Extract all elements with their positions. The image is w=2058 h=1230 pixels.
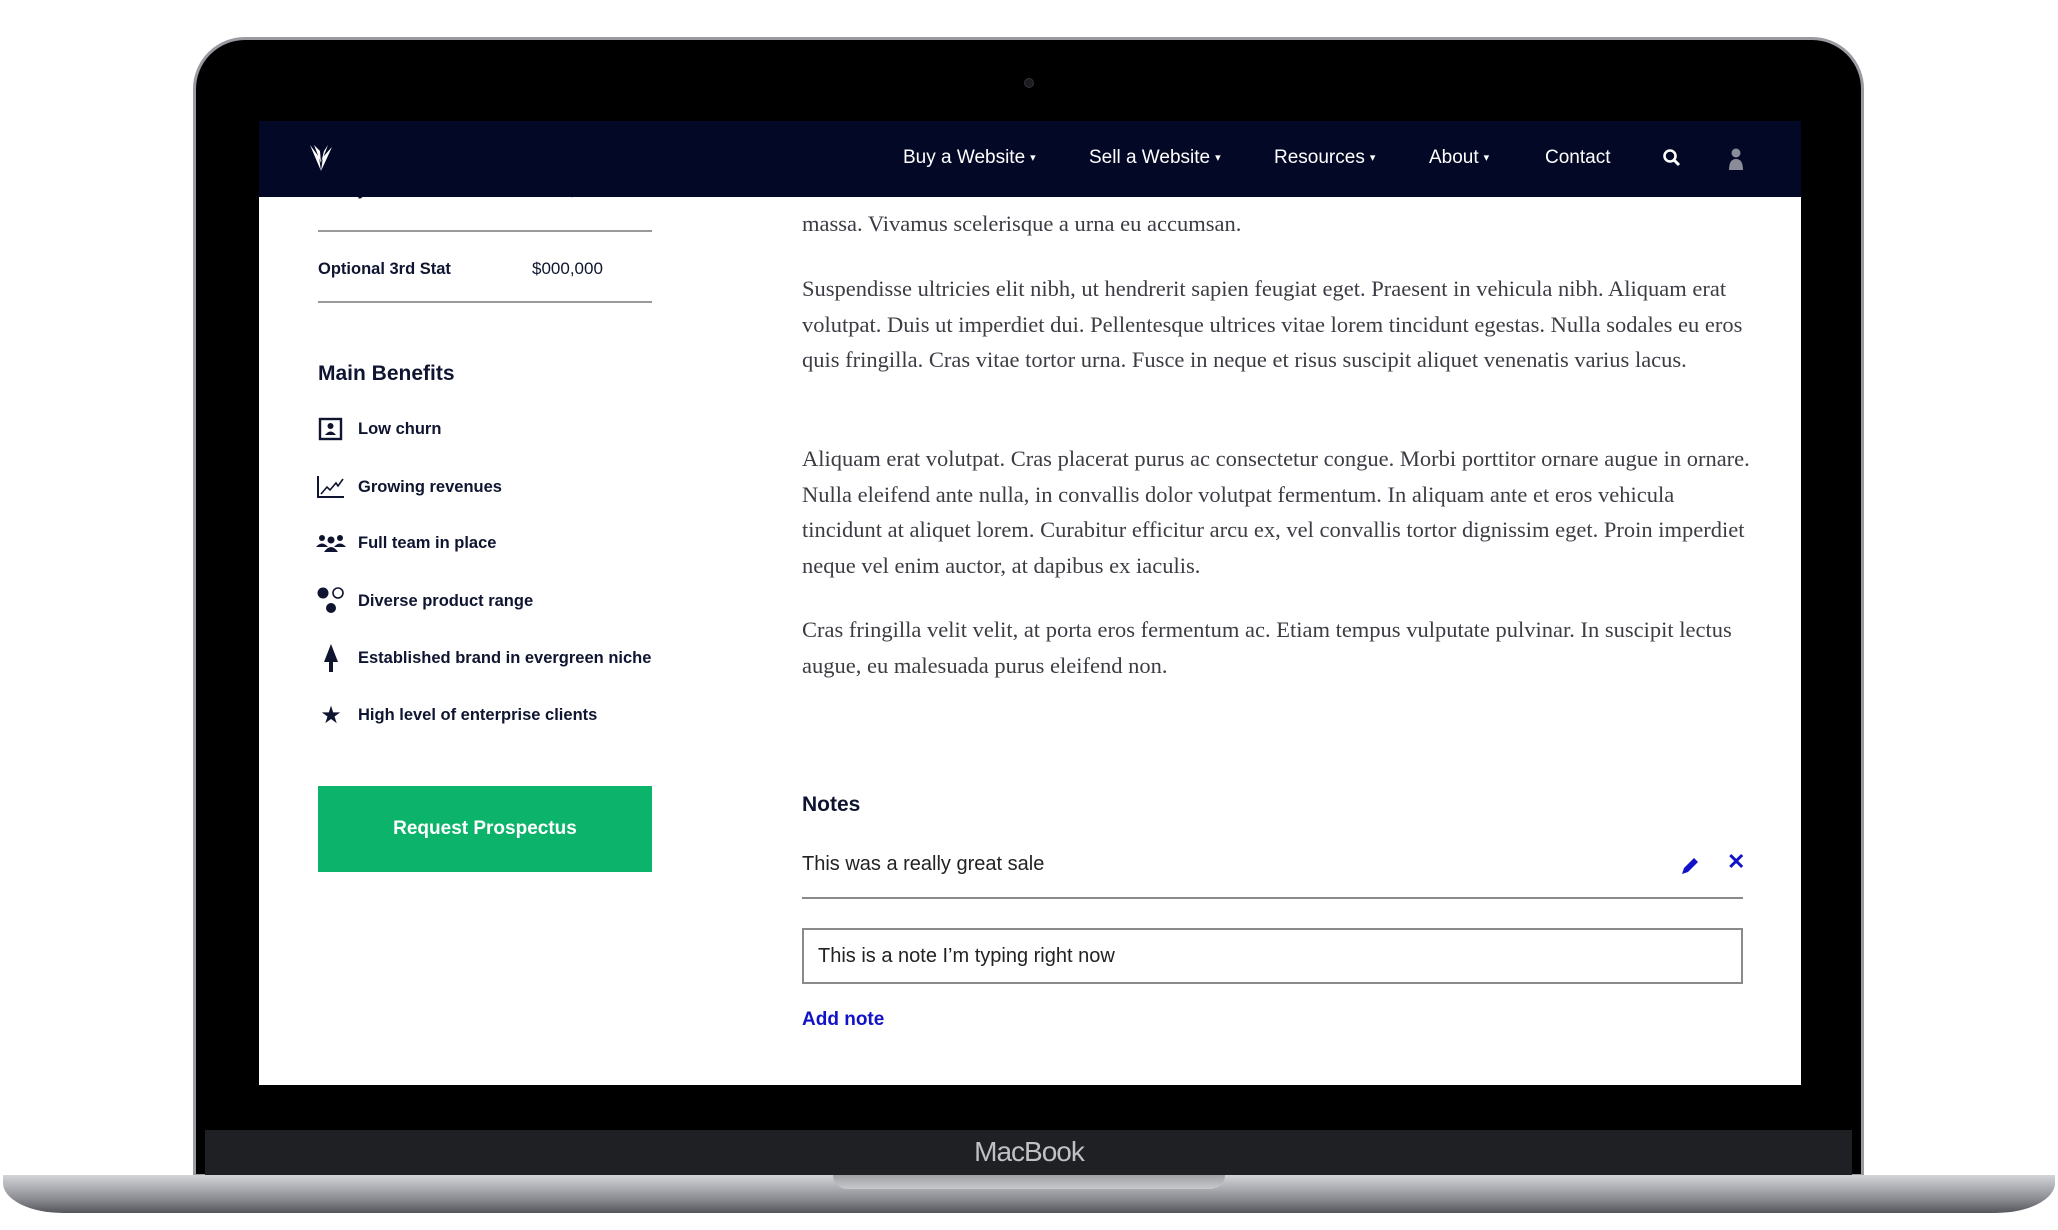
note-input[interactable] — [802, 928, 1743, 984]
benefit-item: Full team in place — [316, 528, 496, 558]
nav-buy-website[interactable]: Buy a Website ▾ — [903, 147, 1036, 169]
benefit-item: Growing revenues — [316, 472, 502, 502]
navbar: Buy a Website ▾ Sell a Website ▾ Resources… — [259, 121, 1801, 197]
tree-icon — [316, 643, 346, 673]
device-brand: MacBook — [974, 1136, 1085, 1167]
notes-title: Notes — [802, 793, 861, 816]
nav-about[interactable]: About ▾ — [1429, 147, 1489, 169]
benefit-item: Established brand in evergreen niche — [316, 643, 651, 673]
nav-label: Resources — [1274, 147, 1365, 168]
paragraph: Cras fringilla velit velit, at porta ero… — [802, 617, 1732, 678]
caret-down-icon: ▾ — [1215, 152, 1221, 165]
delete-x-icon[interactable]: ✕ — [1727, 849, 1745, 875]
nav-sell-website[interactable]: Sell a Website ▾ — [1089, 147, 1221, 169]
stat-value: $000,000 — [532, 259, 603, 278]
nav-resources[interactable]: Resources ▾ — [1274, 147, 1375, 169]
logo-icon[interactable] — [308, 143, 334, 178]
benefit-item: Low churn — [316, 414, 441, 444]
line-chart-icon — [316, 472, 346, 502]
user-cycle-icon — [316, 414, 346, 444]
divider — [318, 301, 652, 303]
laptop-notch — [833, 1175, 1225, 1189]
benefit-label: Established brand in evergreen niche — [358, 648, 652, 667]
edit-pencil-icon[interactable] — [1680, 856, 1700, 881]
user-icon[interactable] — [1727, 147, 1745, 176]
benefit-label: High level of enterprise clients — [358, 705, 598, 724]
nav-label: About — [1429, 147, 1479, 168]
caret-down-icon: ▾ — [1369, 152, 1376, 165]
camera — [1024, 78, 1034, 88]
circles-icon — [316, 586, 346, 616]
divider — [802, 897, 1743, 899]
paragraph: massa. Vivamus scelerisque a urna eu acc… — [802, 211, 1242, 236]
paragraph: Aliquam erat volutpat. Cras placerat pur… — [802, 446, 1750, 578]
benefit-label: Growing revenues — [358, 477, 502, 496]
paragraph: Suspendisse ultricies elit nibh, ut hend… — [802, 276, 1743, 372]
nav-contact[interactable]: Contact — [1545, 147, 1610, 169]
request-prospectus-button[interactable]: Request Prospectus — [318, 786, 652, 872]
benefit-label: Diverse product range — [358, 591, 534, 610]
search-icon[interactable] — [1662, 148, 1682, 173]
caret-down-icon: ▾ — [1030, 152, 1036, 165]
nav-label: Sell a Website — [1089, 147, 1211, 168]
screen: Buy a Website ▾ Sell a Website ▾ Resources… — [259, 121, 1801, 1085]
nav-label: Buy a Website — [903, 147, 1026, 168]
benefit-item: Diverse product range — [316, 586, 533, 616]
add-note-link[interactable]: Add note — [802, 1009, 884, 1031]
benefit-label: Full team in place — [358, 533, 497, 552]
caret-down-icon: ▾ — [1483, 152, 1490, 165]
note-text: This was a really great sale — [802, 853, 1045, 875]
benefit-label: Low churn — [358, 419, 442, 438]
star-icon: ★ — [320, 701, 342, 729]
benefit-item: ★ High level of enterprise clients — [316, 700, 597, 730]
divider — [318, 230, 652, 232]
benefits-title: Main Benefits — [318, 362, 455, 385]
team-icon — [316, 528, 346, 558]
